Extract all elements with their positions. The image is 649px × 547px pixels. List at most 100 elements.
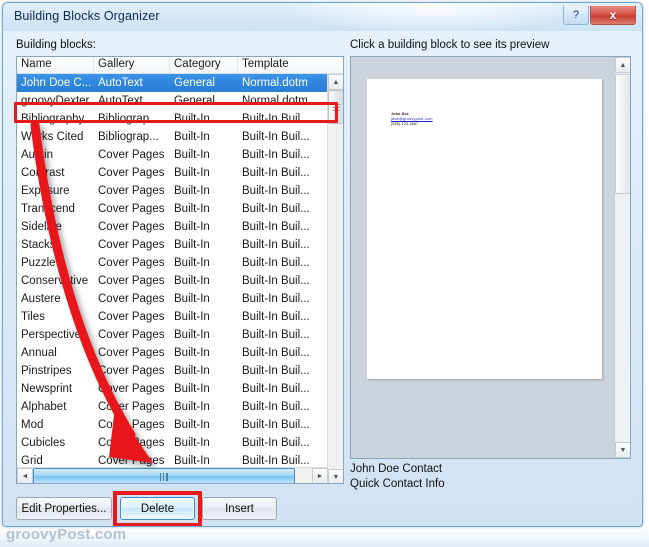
preview-hint-label: Click a building block to see its previe… (350, 39, 550, 51)
scroll-thumb-grip-icon (333, 104, 340, 111)
cell-name: Bibliography (21, 113, 85, 125)
table-row[interactable]: Puzzle Cover Pages Built-In Built-In Buil..… (17, 254, 328, 272)
cell-category: Built-In (174, 437, 210, 449)
scroll-left-icon[interactable]: ◄ (17, 468, 33, 483)
table-row[interactable]: Pinstripes Cover Pages Built-In Built-In Bu… (17, 362, 328, 380)
list-horizontal-scrollbar[interactable]: ◄ ► (17, 467, 328, 483)
scroll-down-icon[interactable]: ▼ (615, 442, 630, 458)
cell-template: Built-In Buil... (242, 203, 310, 215)
table-row[interactable]: Works Cited Bibliograp... Built-In Built-In… (17, 128, 328, 146)
cell-template: Built-In Buil... (242, 365, 310, 377)
cell-category: Built-In (174, 131, 210, 143)
cell-gallery: Cover Pages (98, 311, 165, 323)
table-row[interactable]: Conservative Cover Pages Built-In Built-In … (17, 272, 328, 290)
cell-template: Built-In Buil... (242, 401, 310, 413)
cell-name: Stacks (21, 239, 56, 251)
table-row[interactable]: Cubicles Cover Pages Built-In Built-In Buil… (17, 434, 328, 452)
table-row[interactable]: Austere Cover Pages Built-In Built-In Buil.… (17, 290, 328, 308)
table-row[interactable]: Transcend Cover Pages Built-In Built-In Bui… (17, 200, 328, 218)
list-horizontal-scroll-thumb[interactable] (33, 468, 295, 483)
scroll-up-icon[interactable]: ▲ (328, 74, 343, 90)
cell-category: Built-In (174, 221, 210, 233)
preview-caption-description: Quick Contact Info (350, 478, 445, 490)
list-vertical-scrollbar[interactable]: ▲ ▼ (327, 74, 343, 483)
cell-gallery: Bibliograp... (98, 113, 159, 125)
column-header-category[interactable]: Category (170, 57, 238, 73)
column-header-name[interactable]: Name (17, 57, 94, 73)
cell-name: John Doe C... (21, 77, 92, 89)
cell-category: Built-In (174, 383, 210, 395)
table-row[interactable]: Mod Cover Pages Built-In Built-In Buil... (17, 416, 328, 434)
cell-gallery: Cover Pages (98, 329, 165, 341)
cell-name: Annual (21, 347, 57, 359)
cell-gallery: Cover Pages (98, 347, 165, 359)
cell-category: Built-In (174, 167, 210, 179)
cell-name: Cubicles (21, 437, 66, 449)
table-row[interactable]: John Doe C... AutoText General Normal.dotm (17, 74, 328, 92)
column-header-template[interactable]: Template (238, 57, 328, 73)
cell-gallery: Cover Pages (98, 203, 165, 215)
table-row[interactable]: Tiles Cover Pages Built-In Built-In Buil... (17, 308, 328, 326)
cell-gallery: Cover Pages (98, 383, 165, 395)
cell-gallery: Cover Pages (98, 149, 165, 161)
cell-gallery: Cover Pages (98, 401, 165, 413)
cell-name: Mod (21, 419, 44, 431)
table-row[interactable]: Newsprint Cover Pages Built-In Built-In Bui… (17, 380, 328, 398)
cell-name: Austere (21, 293, 61, 305)
cell-category: Built-In (174, 113, 210, 125)
edit-properties-label: Edit Properties... (21, 502, 107, 515)
table-row[interactable]: Contrast Cover Pages Built-In Built-In Buil… (17, 164, 328, 182)
cell-template: Built-In Buil... (242, 383, 310, 395)
cell-category: Built-In (174, 293, 210, 305)
cell-name: Contrast (21, 167, 65, 179)
cell-template: Built-In Buil... (242, 275, 310, 287)
preview-vertical-scroll-thumb[interactable] (615, 74, 630, 194)
edit-properties-button[interactable]: Edit Properties... (16, 497, 112, 520)
cell-gallery: Cover Pages (98, 455, 165, 467)
scroll-up-icon[interactable]: ▲ (615, 57, 630, 73)
cell-template: Built-In Buil... (242, 455, 310, 467)
delete-button[interactable]: Delete (120, 497, 195, 520)
close-icon[interactable]: x (590, 6, 636, 25)
help-icon[interactable]: ? (563, 6, 589, 25)
cell-name: groovyDexter (21, 95, 90, 107)
table-row[interactable]: Stacks Cover Pages Built-In Built-In Buil..… (17, 236, 328, 254)
cell-name: Pinstripes (21, 365, 72, 377)
table-row[interactable]: Exposure Cover Pages Built-In Built-In Buil… (17, 182, 328, 200)
cell-category: General (174, 77, 215, 89)
building-blocks-organizer-dialog: Building Blocks Organizer ? x Building b… (2, 2, 643, 527)
table-row[interactable]: Austin Cover Pages Built-In Built-In Buil..… (17, 146, 328, 164)
preview-caption-title: John Doe Contact (350, 463, 443, 475)
table-row[interactable]: Alphabet Cover Pages Built-In Built-In Buil… (17, 398, 328, 416)
preview-vertical-scrollbar[interactable]: ▲ ▼ (614, 57, 630, 458)
cell-template: Built-In Buil... (242, 185, 310, 197)
cell-template: Built-In Buil... (242, 437, 310, 449)
cell-template: Built-In Buil... (242, 347, 310, 359)
scroll-right-icon[interactable]: ► (312, 468, 328, 483)
cell-category: Built-In (174, 203, 210, 215)
title-bar: Building Blocks Organizer ? x (3, 3, 642, 35)
cell-category: Built-In (174, 257, 210, 269)
cell-category: Built-In (174, 329, 210, 341)
table-row[interactable]: Sideline Cover Pages Built-In Built-In Buil… (17, 218, 328, 236)
cell-template: Built-In Buil... (242, 311, 310, 323)
cell-category: Built-In (174, 239, 210, 251)
cell-category: Built-In (174, 455, 210, 467)
table-row[interactable]: Perspective Cover Pages Built-In Built-In B… (17, 326, 328, 344)
cell-gallery: AutoText (98, 95, 143, 107)
table-row[interactable]: Bibliography Bibliograp... Built-In Built-I… (17, 110, 328, 128)
preview-contact-phone: (555) 123-4567 (391, 121, 419, 126)
insert-button[interactable]: Insert (202, 497, 277, 520)
list-vertical-scroll-thumb[interactable] (328, 90, 343, 124)
cell-category: Built-In (174, 185, 210, 197)
table-row[interactable]: Annual Cover Pages Built-In Built-In Buil..… (17, 344, 328, 362)
caption-buttons: ? x (563, 6, 636, 25)
scroll-down-icon[interactable]: ▼ (328, 469, 343, 483)
column-header-gallery[interactable]: Gallery (94, 57, 170, 73)
cell-gallery: Cover Pages (98, 167, 165, 179)
cell-template: Built-In Buil... (242, 419, 310, 431)
cell-category: Built-In (174, 275, 210, 287)
table-row[interactable]: groovyDexter AutoText General Normal.dotm (17, 92, 328, 110)
building-blocks-list[interactable]: Name Gallery Category Template John Doe … (16, 56, 344, 484)
cell-template: Built-In Buil... (242, 329, 310, 341)
